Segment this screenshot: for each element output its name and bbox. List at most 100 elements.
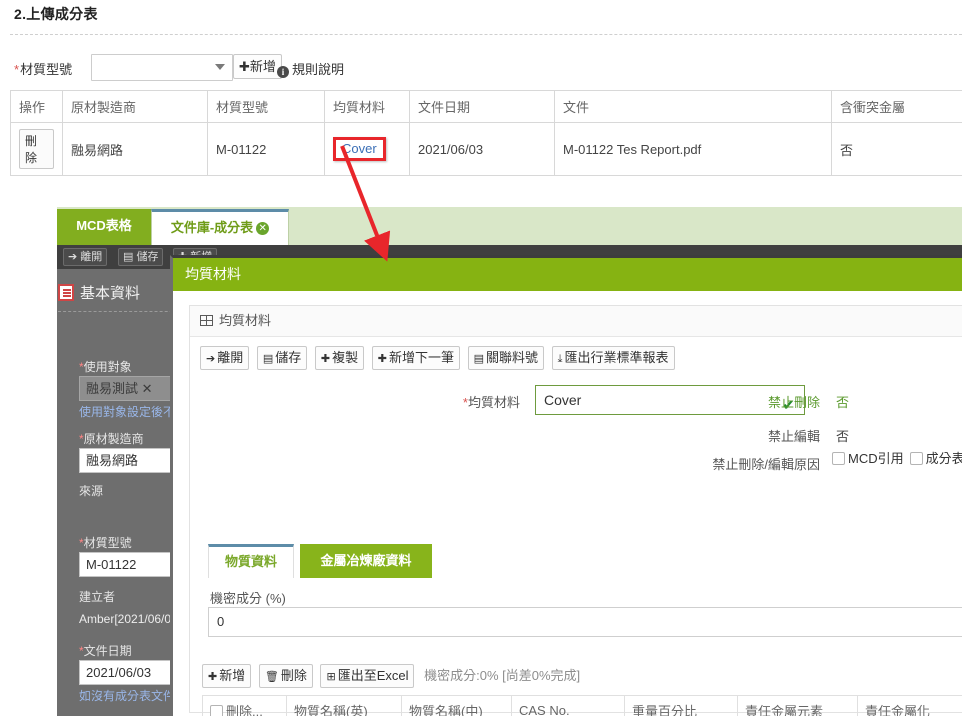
modal-title-bar: 均質材料 — [173, 258, 962, 291]
modal-panel: 均質材料 ➔ 離開 ▤ 儲存 ✚ 複製 ✚ 新增下一筆 ▤ 關聯料號 ⤓ 匯出行業標準報表 … — [189, 305, 962, 716]
field-label-source: 來源 — [79, 484, 104, 498]
cell-homogeneous: Cover — [324, 122, 410, 176]
app-save-label: 儲存 — [136, 251, 159, 263]
field-label-usage-target: *使用對象 — [79, 360, 132, 374]
grid-col-name-en: 物質名稱(英) — [286, 695, 402, 716]
app-exit-label: 離開 — [80, 251, 103, 263]
label-no-edit: 禁止編輯 — [767, 429, 820, 444]
secret-composition-input[interactable]: 0 — [208, 607, 962, 637]
tab-substance-data[interactable]: 物質資料 — [208, 544, 294, 578]
card-divider — [58, 311, 188, 312]
panel-header: 均質材料 — [190, 306, 962, 337]
checkbox-composition-update-reference-label: 成分表更新引用 — [925, 451, 962, 466]
modal-exit-button[interactable]: ➔ 離開 — [200, 346, 250, 370]
add-material-button[interactable]: ✚新增 — [233, 54, 282, 79]
cell-material-model-link[interactable]: M-01122 — [207, 122, 325, 176]
material-model-label: *材質型號 — [14, 59, 72, 78]
cell-manufacturer: 融易網路 — [62, 122, 208, 176]
grid-add-button[interactable]: ✚ 新增 — [202, 664, 252, 688]
tab-strip: MCD表格 文件庫-成分表 ✕ — [57, 207, 962, 245]
modal-export-report-label: 匯出行業標準報表 — [564, 350, 669, 365]
label-homogeneous-material-text: 均質材料 — [467, 395, 520, 410]
list-icon — [58, 284, 74, 301]
add-material-label: 新增 — [249, 59, 276, 74]
highlighted-homogeneous-link[interactable]: Cover — [333, 137, 386, 161]
modal-relate-part-button[interactable]: ▤ 關聯料號 — [467, 346, 545, 370]
label-homogeneous-material: *均質材料 — [405, 392, 520, 411]
grid-delete-label: 刪除 — [280, 668, 307, 683]
rule-description-link[interactable]: i 規則說明 — [277, 59, 344, 78]
material-model-select[interactable] — [91, 54, 233, 81]
checkbox-mcd-reference[interactable] — [832, 452, 845, 465]
table-header-row: 操作 原材製造商 材質型號 均質材料 文件日期 文件 含衝突金屬 — [10, 90, 962, 123]
field-label-doc-date: *文件日期 — [79, 644, 132, 658]
delete-row-button[interactable]: 刪除 — [19, 129, 54, 169]
modal-add-next-button[interactable]: ✚ 新增下一筆 — [371, 346, 460, 370]
modal-export-report-button[interactable]: ⤓ 匯出行業標準報表 — [551, 346, 675, 370]
modal-copy-label: 複製 — [332, 350, 359, 365]
modal-save-button[interactable]: ▤ 儲存 — [256, 346, 308, 370]
basic-info-card: 基本資料 *使用對象 融易測試 ✕ 使用對象設定後不 *原材製造商 融易網路 來… — [58, 282, 191, 716]
grid-add-label: 新增 — [219, 668, 246, 683]
close-icon[interactable]: ✕ — [256, 222, 270, 235]
checkbox-mcd-reference-label: MCD引用 — [848, 451, 904, 466]
plus-icon: ✚ — [208, 671, 218, 683]
app-exit-button[interactable]: ➔ 離開 — [63, 248, 108, 266]
trash-icon: 🗑 — [264, 671, 279, 683]
col-conflict-metal: 含衝突金屬 — [831, 90, 962, 123]
label-no-delete: 禁止刪除 — [767, 395, 820, 410]
tab-document-library-label: 文件庫-成分表 — [170, 220, 254, 235]
tab-mcd-form-label: MCD表格 — [76, 218, 132, 233]
plus-icon: ✚ — [239, 59, 250, 74]
modal-add-next-label: 新增下一筆 — [388, 350, 454, 365]
col-homogeneous: 均質材料 — [324, 90, 410, 123]
grid-col-name-zh: 物質名稱(中) — [401, 695, 512, 716]
select-all-checkbox[interactable] — [210, 705, 223, 716]
cell-conflict-metal: 否 — [831, 122, 962, 176]
excel-icon: ⊞ — [326, 671, 336, 683]
homogeneous-material-value: Cover — [544, 392, 582, 408]
col-manufacturer: 原材製造商 — [62, 90, 208, 123]
tab-document-library[interactable]: 文件庫-成分表 ✕ — [151, 209, 289, 245]
basic-info-title: 基本資料 — [80, 285, 141, 302]
grid-toolbar: ✚ 新增 🗑 刪除 ⊞ 匯出至Excel 機密成分:0% [尚差0%完成] — [202, 664, 580, 688]
inner-tab-strip: 物質資料 金屬冶煉廠資料 — [208, 544, 962, 578]
grid-col-cas: CAS No. — [511, 695, 625, 716]
field-label-manufacturer: *原材製造商 — [79, 432, 144, 446]
tab-mcd-form[interactable]: MCD表格 — [57, 209, 151, 245]
rule-description-label: 規則說明 — [292, 62, 345, 77]
download-icon: ⤓ — [557, 353, 563, 365]
page-title: 2.上傳成分表 — [14, 4, 98, 24]
table-row: 刪除 融易網路 M-01122 Cover 2021/06/03 M-01122… — [10, 122, 962, 176]
grid-col-resp-metal-2: 責任金屬化 — [857, 695, 962, 716]
field-label-creator: 建立者 — [79, 590, 116, 604]
required-marker: * — [14, 62, 20, 77]
grid-header-row: 刪除... 物質名稱(英) 物質名稱(中) CAS No. 重量百分比 責任金屬… — [202, 695, 962, 716]
field-label-material-model: *材質型號 — [79, 536, 132, 550]
plus-icon: ✚ — [320, 353, 331, 365]
grid-export-excel-button[interactable]: ⊞ 匯出至Excel — [320, 664, 415, 688]
grid-col-resp-metal: 責任金屬元素 — [737, 695, 858, 716]
app-save-button[interactable]: ▤ 儲存 — [118, 248, 164, 266]
value-no-edit: 否 — [836, 429, 850, 444]
panel-title: 均質材料 — [219, 313, 272, 328]
grid-delete-button[interactable]: 🗑 刪除 — [258, 664, 313, 688]
grid-export-excel-label: 匯出至Excel — [337, 668, 409, 683]
plus-icon: ✚ — [377, 353, 387, 365]
homogeneous-material-modal: 均質材料 均質材料 ➔ 離開 ▤ 儲存 ✚ 複製 ✚ 新增下一筆 ▤ 關聯料號 ⤓ 匯出行業… — [170, 255, 962, 716]
tab-substance-data-label: 物質資料 — [224, 554, 277, 569]
upload-table: 操作 原材製造商 材質型號 均質材料 文件日期 文件 含衝突金屬 刪除 融易網路… — [10, 90, 962, 176]
checkbox-composition-update-reference[interactable] — [909, 452, 923, 465]
cell-doc-date: 2021/06/03 — [409, 122, 555, 176]
cell-document-link[interactable]: M-01122 Tes Report.pdf — [554, 122, 832, 176]
save-icon: ▤ — [262, 353, 274, 365]
value-no-delete: 否 — [836, 395, 850, 410]
tab-smelter-data[interactable]: 金屬冶煉廠資料 — [300, 544, 432, 578]
grid-icon — [200, 315, 213, 326]
modal-copy-button[interactable]: ✚ 複製 — [314, 346, 365, 370]
col-document: 文件 — [554, 90, 832, 123]
modal-title: 均質材料 — [185, 266, 241, 282]
info-icon: i — [277, 66, 289, 78]
col-action: 操作 — [10, 90, 63, 123]
document-icon: ▤ — [473, 353, 485, 365]
